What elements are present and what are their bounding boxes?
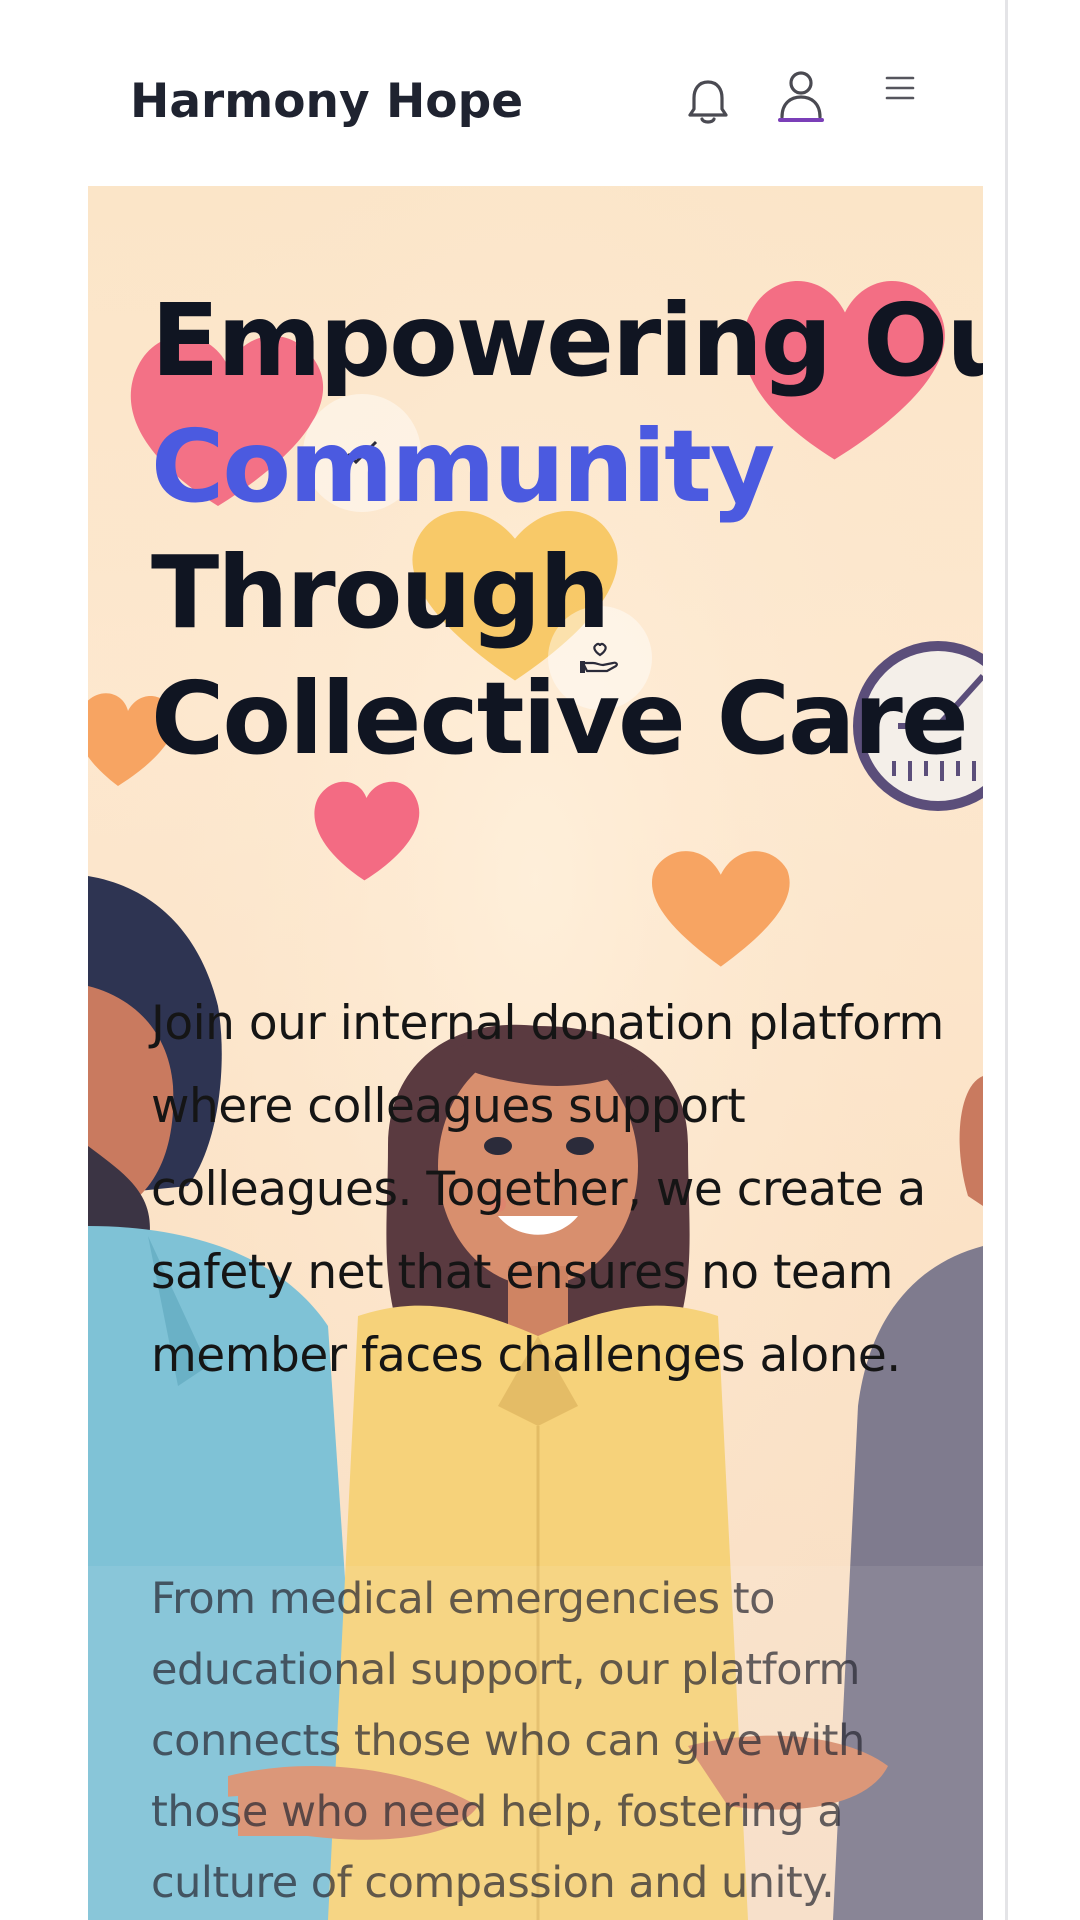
headline-line-3: Through — [151, 534, 610, 651]
sub-line: connects those who can give with — [151, 1716, 865, 1766]
hero-section: Empowering Our Community Through Collect… — [88, 186, 983, 1920]
headline-accent: Community — [151, 408, 775, 525]
sub-line: educational support, our platform — [151, 1645, 860, 1695]
notifications-button[interactable] — [680, 72, 736, 132]
sub-line: From medical emergencies to — [151, 1574, 775, 1624]
lead-line: where colleagues support — [151, 1079, 746, 1134]
hero-lead-paragraph: Join our internal donation platform wher… — [151, 982, 983, 1397]
hero-sub-paragraph: From medical emergencies to educational … — [151, 1564, 865, 1919]
sub-line: those who need help, fostering a — [151, 1787, 844, 1837]
brand-logo[interactable]: Harmony Hope — [130, 74, 523, 129]
lead-line: safety net that ensures no team — [151, 1245, 893, 1300]
user-icon — [780, 71, 822, 119]
menu-icon — [885, 76, 915, 100]
menu-button[interactable] — [880, 66, 920, 110]
sub-line: culture of compassion and unity. — [151, 1858, 835, 1908]
headline-line-1: Empowering Our — [151, 282, 983, 399]
lead-line: colleagues. Together, we create a — [151, 1162, 926, 1217]
lead-line: member faces challenges alone. — [151, 1328, 901, 1383]
active-tab-underline — [778, 118, 824, 122]
hero-headline: Empowering Our Community Through Collect… — [151, 278, 983, 782]
viewport-edge-rule — [1005, 0, 1008, 1920]
bell-icon — [688, 80, 728, 124]
lead-line: Join our internal donation platform — [151, 996, 944, 1051]
headline-line-4: Collective Care — [151, 660, 969, 777]
